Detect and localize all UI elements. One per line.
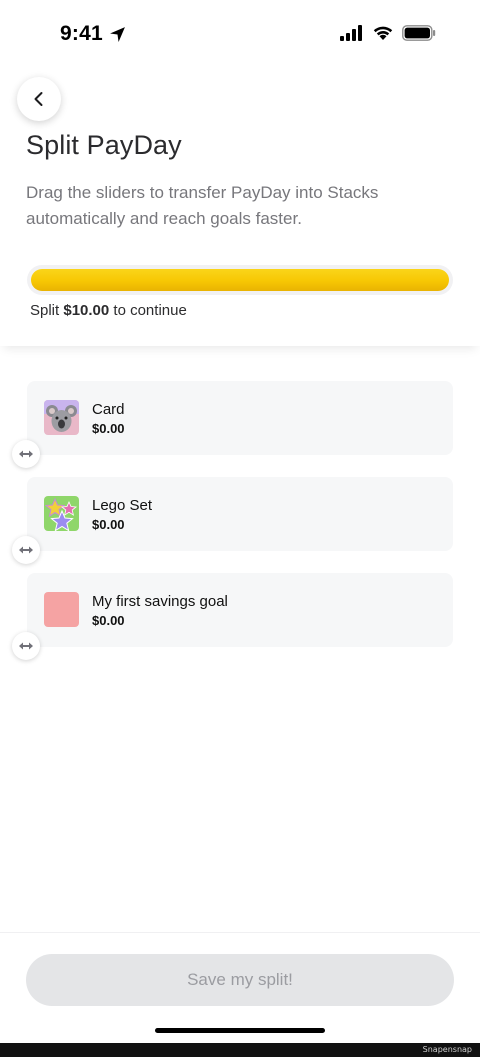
- clock-text: 9:41: [60, 22, 103, 45]
- goal-card-my-first-savings-goal[interactable]: My first savings goal $0.00: [27, 573, 453, 647]
- goal-name: Lego Set: [92, 497, 153, 514]
- battery-icon: [402, 25, 436, 41]
- split-progress-bar: [27, 265, 453, 295]
- home-indicator: [155, 1028, 325, 1033]
- location-arrow-icon: [109, 26, 125, 42]
- drag-handle-2[interactable]: [12, 536, 40, 564]
- split-hint-suffix: to continue: [109, 302, 187, 319]
- footer: Save my split!: [0, 932, 480, 1043]
- watermark-text: Snapensnap: [422, 1045, 472, 1054]
- goal-amount: $0.00: [92, 613, 125, 628]
- page-title: Split PayDay: [26, 130, 182, 160]
- goal-name: Card: [92, 401, 125, 418]
- split-hint-prefix: Split: [30, 302, 64, 319]
- goal-amount: $0.00: [92, 517, 125, 532]
- status-bar: 9:41: [0, 0, 480, 70]
- koala-card-image: [44, 400, 79, 435]
- drag-arrows-icon: [19, 546, 33, 554]
- chevron-left-icon: [34, 92, 43, 106]
- stars-image: [44, 496, 79, 531]
- watermark-bar: Snapensnap: [0, 1043, 480, 1057]
- back-button[interactable]: [17, 77, 61, 121]
- goal-name: My first savings goal: [92, 593, 228, 610]
- wifi-icon: [373, 26, 393, 40]
- goal-card-card[interactable]: Card $0.00: [27, 381, 453, 455]
- drag-handle-3[interactable]: [12, 632, 40, 660]
- goal-card-lego-set[interactable]: Lego Set $0.00: [27, 477, 453, 551]
- drag-handle-1[interactable]: [12, 440, 40, 468]
- split-header: Split PayDay Drag the sliders to transfe…: [0, 70, 480, 346]
- goal-amount: $0.00: [92, 421, 125, 436]
- drag-arrows-icon: [19, 642, 33, 650]
- split-hint-amount: $10.00: [63, 302, 110, 319]
- save-split-button[interactable]: Save my split!: [26, 954, 454, 1006]
- drag-arrows-icon: [19, 450, 33, 458]
- split-hint: Split $10.00 to continue: [30, 302, 187, 319]
- status-time: 9:41: [60, 22, 126, 46]
- cellular-signal-icon: [340, 25, 362, 41]
- status-icons: [340, 25, 436, 41]
- split-progress-fill: [31, 269, 449, 291]
- pink-swatch: [44, 592, 79, 627]
- page-subtitle: Drag the sliders to transfer PayDay into…: [26, 183, 379, 228]
